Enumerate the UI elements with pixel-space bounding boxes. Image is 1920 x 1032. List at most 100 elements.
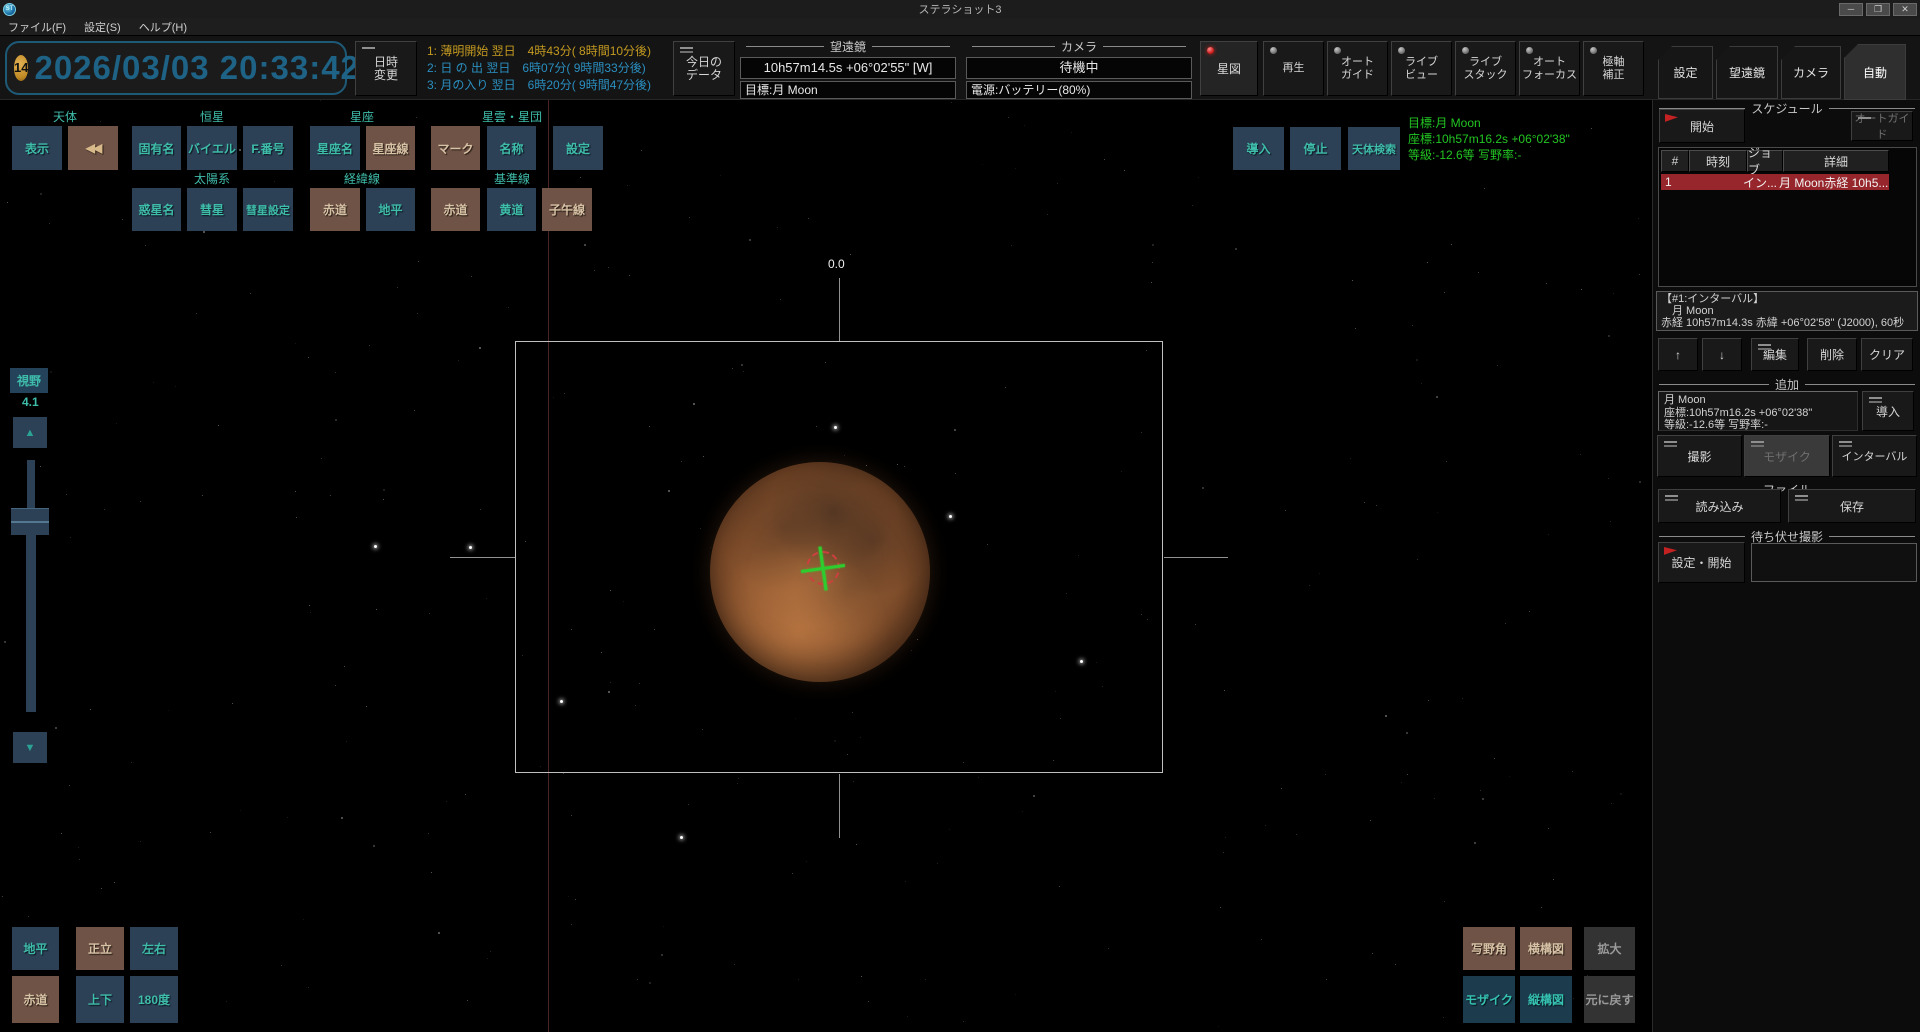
capture-button[interactable]: 撮影 <box>1657 435 1742 477</box>
delete-button[interactable]: 削除 <box>1807 338 1857 371</box>
menu-file[interactable]: ファイル(F) <box>8 19 66 35</box>
meridian-hour-label: 0.0 <box>828 257 845 271</box>
schedule-row[interactable]: 1 イン... 月 Moon赤経 10h5... <box>1661 174 1889 190</box>
save-button[interactable]: 保存 <box>1788 489 1916 523</box>
col-detail[interactable]: 詳細 <box>1783 150 1889 172</box>
tab-camera[interactable]: カメラ <box>1781 46 1841 99</box>
ref-ecliptic-button[interactable]: 黄道 <box>487 188 536 231</box>
mosaic-map-button[interactable]: モザイク <box>1463 976 1515 1023</box>
planet-name-button[interactable]: 惑星名 <box>132 188 181 231</box>
fov-zoom-out-button[interactable]: ▼ <box>13 732 47 763</box>
title-bar: ST ステラショット3 ─ ❐ ✕ <box>0 0 1920 18</box>
flip-lr-button[interactable]: 左右 <box>130 927 178 970</box>
comet-button[interactable]: 彗星 <box>187 188 237 231</box>
rotate-180-button[interactable]: 180度 <box>130 976 178 1023</box>
rewind-button[interactable]: ◀◀ <box>68 126 118 170</box>
celestial-show-button[interactable]: 表示 <box>12 126 62 170</box>
edit-button[interactable]: 編集 <box>1751 338 1799 371</box>
datetime-display: 14 2026/03/03 20:33:42 <box>5 41 347 95</box>
undo-button[interactable]: 元に戻す <box>1584 976 1635 1023</box>
telescope-panel: 望遠鏡 10h57m14.5s +06°02'55" [W] 目標:月 Moon <box>740 38 956 99</box>
starmap-button[interactable]: 星図 <box>1200 41 1258 96</box>
clear-button[interactable]: クリア <box>1861 338 1913 371</box>
menu-settings[interactable]: 設定(S) <box>84 19 121 35</box>
schedule-autoguide-button[interactable]: オートガイド <box>1851 111 1913 141</box>
tab-auto[interactable]: 自動 <box>1844 44 1906 100</box>
schedule-table[interactable]: # 時刻 ジョブ 詳細 1 イン... 月 Moon赤経 10h5... <box>1658 147 1917 287</box>
interval-button[interactable]: インターバル <box>1832 435 1917 477</box>
telescope-target: 目標:月 Moon <box>740 81 956 99</box>
goto-button[interactable]: 導入 <box>1233 127 1284 170</box>
window-title: ステラショット3 <box>0 1 1920 17</box>
fov-slider-track-upper[interactable] <box>27 460 35 508</box>
star-bayer-button[interactable]: バイエル <box>187 126 237 170</box>
horizontal-mode-button[interactable]: 地平 <box>12 927 59 970</box>
ref-equator-button[interactable]: 赤道 <box>431 188 480 231</box>
constellation-name-button[interactable]: 星座名 <box>310 126 360 170</box>
stop-button[interactable]: 停止 <box>1290 127 1341 170</box>
grid-equatorial-button[interactable]: 赤道 <box>310 188 360 231</box>
load-button[interactable]: 読み込み <box>1658 489 1781 523</box>
tab-telescope[interactable]: 望遠鏡 <box>1716 46 1778 99</box>
grid-horizontal-button[interactable]: 地平 <box>366 188 415 231</box>
star-fnumber-button[interactable]: F.番号 <box>243 126 293 170</box>
play-led-icon <box>1270 47 1277 54</box>
meridian-line-top <box>839 278 840 341</box>
fov-slider-track-lower[interactable] <box>26 535 36 712</box>
fov-zoom-in-button[interactable]: ▲ <box>13 417 47 448</box>
livestack-button[interactable]: ライブスタック <box>1455 41 1516 96</box>
upright-button[interactable]: 正立 <box>76 927 124 970</box>
flip-ud-button[interactable]: 上下 <box>76 976 124 1023</box>
col-time[interactable]: 時刻 <box>1689 150 1747 172</box>
autofocus-led-icon <box>1526 47 1533 54</box>
datetime-change-button[interactable]: 日時変更 <box>355 41 417 96</box>
play-button[interactable]: 再生 <box>1263 41 1324 96</box>
zoom-in-map-button[interactable]: 拡大 <box>1584 927 1635 970</box>
twilight-time: 1: 薄明開始 翌日 4時43分( 8時間10分後) <box>427 43 651 60</box>
add-goto-button[interactable]: 導入 <box>1862 391 1914 431</box>
close-button[interactable]: ✕ <box>1893 3 1917 16</box>
liveview-button[interactable]: ライブビュー <box>1391 41 1452 96</box>
event-times: 1: 薄明開始 翌日 4時43分( 8時間10分後) 2: 日 の 出 翌日 6… <box>427 43 651 94</box>
liveview-led-icon <box>1398 47 1405 54</box>
minimize-button[interactable]: ─ <box>1839 3 1863 16</box>
sky-map[interactable]: 天体 恒星 星座 星雲・星団 表示 ◀◀ 固有名 バイエル F.番号 星座名 星… <box>0 100 1652 1032</box>
menu-help[interactable]: ヘルプ(H) <box>139 19 187 35</box>
restore-button[interactable]: ❐ <box>1866 3 1890 16</box>
comet-settings-button[interactable]: 彗星設定 <box>243 188 293 231</box>
frame-tick-left <box>450 557 515 558</box>
meridian-line-bottom <box>839 774 840 838</box>
stakeout-start-button[interactable]: 設定・開始 <box>1658 542 1745 583</box>
nebula-settings-button[interactable]: 設定 <box>553 126 603 170</box>
autoguide-button[interactable]: オートガイド <box>1327 41 1388 96</box>
target-coordinates: 座標:10h57m16.2s +06°02'38" <box>1408 131 1570 147</box>
move-down-button[interactable]: ↓ <box>1702 338 1742 371</box>
fov-slider-handle[interactable] <box>11 508 49 535</box>
equatorial-mode-button[interactable]: 赤道 <box>12 976 59 1023</box>
row-job: イン... <box>1743 174 1779 191</box>
tab-settings[interactable]: 設定 <box>1658 46 1713 99</box>
star-propername-button[interactable]: 固有名 <box>132 126 181 170</box>
col-num[interactable]: # <box>1661 150 1689 172</box>
schedule-start-button[interactable]: 開始 <box>1659 109 1745 143</box>
move-up-button[interactable]: ↑ <box>1658 338 1698 371</box>
polar-align-button[interactable]: 極軸補正 <box>1583 41 1644 96</box>
fov-angle-button[interactable]: 写野角 <box>1463 927 1515 970</box>
camera-header: カメラ <box>966 38 1192 55</box>
moonset-time: 3: 月の入り 翌日 6時20分( 9時間47分後) <box>427 77 651 94</box>
fov-value: 4.1 <box>22 395 39 409</box>
portrait-compose-button[interactable]: 縦構図 <box>1520 976 1572 1023</box>
nebula-name-button[interactable]: 名称 <box>487 126 536 170</box>
fov-label: 視野 <box>10 368 48 393</box>
nebula-mark-button[interactable]: マーク <box>431 126 480 170</box>
autofocus-button[interactable]: オートフォーカス <box>1519 41 1580 96</box>
constellation-line-button[interactable]: 星座線 <box>366 126 415 170</box>
telescope-header: 望遠鏡 <box>740 38 956 55</box>
ref-meridian-button[interactable]: 子午線 <box>542 188 592 231</box>
col-job[interactable]: ジョブ <box>1747 150 1783 172</box>
landscape-compose-button[interactable]: 横構図 <box>1520 927 1572 970</box>
object-search-button[interactable]: 天体検索 <box>1348 127 1400 170</box>
today-data-button[interactable]: 今日のデータ <box>673 41 735 96</box>
add-target-info: 月 Moon 座標:10h57m16.2s +06°02'38" 等級:-12.… <box>1658 391 1858 431</box>
mosaic-button[interactable]: モザイク <box>1744 435 1830 477</box>
